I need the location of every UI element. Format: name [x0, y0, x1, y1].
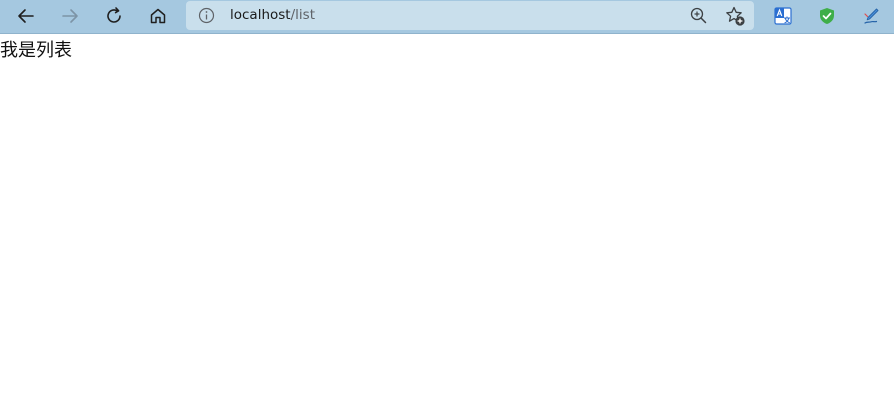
translate-extension-button[interactable]: [771, 4, 795, 28]
page-content: 我是列表: [0, 35, 894, 417]
url-host: localhost: [230, 7, 291, 23]
pen-icon: [864, 8, 879, 24]
shield-check-icon: [820, 8, 834, 24]
zoom-in-icon[interactable]: [689, 6, 708, 25]
refresh-icon: [107, 7, 121, 23]
page-text: 我是列表: [0, 40, 72, 61]
translate-icon: [774, 7, 792, 25]
refresh-button[interactable]: [99, 2, 129, 30]
url-path: /list: [290, 7, 315, 23]
add-favorite-icon[interactable]: [724, 5, 746, 27]
shield-extension-button[interactable]: [815, 4, 839, 28]
arrow-left-icon: [18, 9, 34, 23]
back-button[interactable]: [11, 2, 41, 30]
browser-toolbar: localhost/list: [0, 0, 894, 34]
home-button[interactable]: [143, 2, 173, 30]
arrow-right-icon: [62, 9, 78, 23]
info-icon[interactable]: [198, 7, 215, 24]
url-text[interactable]: localhost/list: [230, 7, 315, 24]
pen-extension-button[interactable]: [859, 4, 883, 28]
forward-button[interactable]: [55, 2, 85, 30]
home-icon: [150, 8, 166, 24]
address-bar[interactable]: localhost/list: [186, 1, 754, 30]
